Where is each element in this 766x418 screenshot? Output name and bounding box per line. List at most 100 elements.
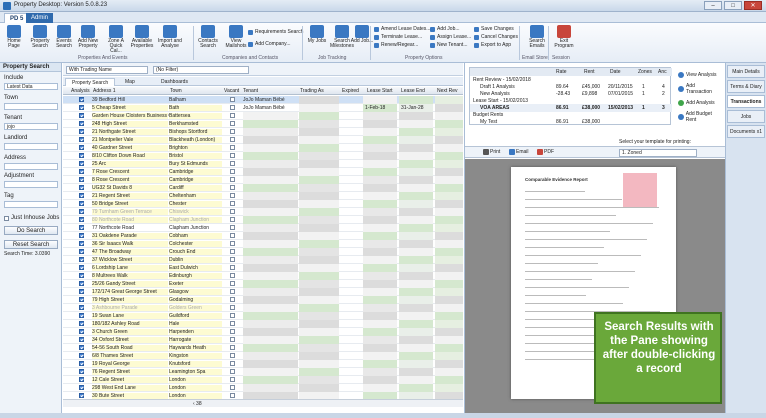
table-row[interactable]: 80 Northcote Road Clapham Junction <box>63 216 463 224</box>
vacant-checkbox[interactable] <box>230 249 235 254</box>
analysis-checkbox[interactable] <box>79 97 84 102</box>
table-row[interactable]: UG32 St Davids 8 Cardiff <box>63 184 463 192</box>
vacant-checkbox[interactable] <box>230 209 235 214</box>
table-row[interactable]: 36 Sir Isaacs Walk Colchester <box>63 240 463 248</box>
table-row[interactable]: 3 Ashbourne Parade Golders Green <box>63 304 463 312</box>
add-job-button[interactable]: Add Job... <box>430 26 460 32</box>
save-changes-button[interactable]: Save Changes <box>474 26 514 32</box>
template-select[interactable]: 1. Zoned <box>619 149 697 157</box>
table-row[interactable]: 79 High Street Godalming <box>63 296 463 304</box>
table-row[interactable]: 77 Northcote Road Clapham Junction <box>63 224 463 232</box>
search-emails-button[interactable]: Search Emails <box>525 25 549 49</box>
view-analysis-button[interactable]: View Analysis <box>677 69 723 80</box>
do-search-button[interactable]: Do Search <box>4 226 58 235</box>
email-button[interactable]: Email <box>509 149 529 155</box>
tenant-input[interactable]: jojo <box>4 123 58 130</box>
add-company-button[interactable]: Add Company... <box>248 41 290 47</box>
vacant-checkbox[interactable] <box>230 153 235 158</box>
analysis-checkbox[interactable] <box>79 353 84 358</box>
header-analysis[interactable]: Analysis <box>71 88 90 94</box>
table-row[interactable]: 172/174 Great George Street Glasgow <box>63 288 463 296</box>
home-page-button[interactable]: Home Page <box>2 25 26 49</box>
table-row[interactable]: 40 Gardner Street Brighton <box>63 144 463 152</box>
table-row[interactable]: 298 West End Lane London <box>63 384 463 392</box>
table-row[interactable]: 5 Cheap Street Bath JoJo Maman Bébé 1-Feb-1… <box>63 104 463 112</box>
analysis-checkbox[interactable] <box>79 233 84 238</box>
vacant-checkbox[interactable] <box>230 121 235 126</box>
table-row[interactable]: 76 Regent Street Leamington Spa <box>63 368 463 376</box>
my-jobs-button[interactable]: My Jobs <box>305 25 329 44</box>
table-row[interactable]: 39 Bedford Hill Balham JoJo Maman Bébé <box>63 96 463 104</box>
analysis-checkbox[interactable] <box>79 305 84 310</box>
analysis-checkbox[interactable] <box>79 217 84 222</box>
header-vacant[interactable]: Vacant <box>224 88 239 94</box>
header-expired[interactable]: Expired <box>342 88 359 94</box>
inhouse-checkbox[interactable]: Just Inhouse Jobs <box>4 215 59 221</box>
analysis-checkbox[interactable] <box>79 185 84 190</box>
vacant-checkbox[interactable] <box>230 361 235 366</box>
vacant-checkbox[interactable] <box>230 305 235 310</box>
tab-terms-diary[interactable]: Terms & Diary <box>727 80 765 93</box>
table-row[interactable]: 21 Northgate Street Bishops Stortford <box>63 128 463 136</box>
table-row[interactable]: 19 Royal George Knutsford <box>63 360 463 368</box>
vacant-checkbox[interactable] <box>230 385 235 390</box>
vacant-checkbox[interactable] <box>230 313 235 318</box>
landlord-input[interactable] <box>4 143 58 150</box>
header-tenant[interactable]: Tenant <box>243 88 258 94</box>
vacant-checkbox[interactable] <box>230 161 235 166</box>
analysis-checkbox[interactable] <box>79 201 84 206</box>
header-trading-as[interactable]: Trading As <box>300 88 324 94</box>
vacant-checkbox[interactable] <box>230 201 235 206</box>
filter-select[interactable]: (No Filter) <box>153 66 249 74</box>
vacant-checkbox[interactable] <box>230 241 235 246</box>
analysis-checkbox[interactable] <box>79 249 84 254</box>
analysis-checkbox[interactable] <box>79 137 84 142</box>
property-search-button[interactable]: Property Search <box>28 25 52 49</box>
vacant-checkbox[interactable] <box>230 137 235 142</box>
table-row[interactable]: 31 Oakdene Parade Cobham <box>63 232 463 240</box>
analysis-checkbox[interactable] <box>79 321 84 326</box>
view-mailshots-button[interactable]: View Mailshots <box>224 25 248 49</box>
table-row[interactable]: 6/8 Thames Street Kingston <box>63 352 463 360</box>
export-to-app-button[interactable]: Export to App <box>474 42 511 48</box>
table-row[interactable]: 47 The Broadway Crouch End <box>63 248 463 256</box>
header-lease-end[interactable]: Lease End <box>401 88 425 94</box>
assign-lease-button[interactable]: Assign Lease... <box>430 34 471 40</box>
vacant-checkbox[interactable] <box>230 337 235 342</box>
analysis-checkbox[interactable] <box>79 121 84 126</box>
tab-admin[interactable]: Admin <box>26 13 54 23</box>
address-input[interactable] <box>4 163 58 170</box>
analysis-checkbox[interactable] <box>79 153 84 158</box>
exit-program-button[interactable]: Exit Program <box>552 25 576 49</box>
trading-name-select[interactable]: With Trading Name <box>66 66 148 74</box>
vacant-checkbox[interactable] <box>230 377 235 382</box>
vacant-checkbox[interactable] <box>230 273 235 278</box>
table-row[interactable]: Garden House Cloisters Business C... Batt… <box>63 112 463 120</box>
terminate-lease-button[interactable]: Terminate Lease... <box>374 34 422 40</box>
table-row[interactable]: 21 Regent Street Cheltenham <box>63 192 463 200</box>
vacant-checkbox[interactable] <box>230 129 235 134</box>
analysis-checkbox[interactable] <box>79 369 84 374</box>
vacant-checkbox[interactable] <box>230 353 235 358</box>
table-row[interactable]: 54-56 South Road Haywards Heath <box>63 344 463 352</box>
vacant-checkbox[interactable] <box>230 145 235 150</box>
analysis-checkbox[interactable] <box>79 105 84 110</box>
tab-map[interactable]: Map <box>119 78 141 86</box>
analysis-checkbox[interactable] <box>79 337 84 342</box>
table-row[interactable]: 8/10 Clifton Down Road Bristol <box>63 152 463 160</box>
analysis-checkbox[interactable] <box>79 273 84 278</box>
tab-jobs[interactable]: Jobs <box>727 110 765 123</box>
analysis-checkbox[interactable] <box>79 241 84 246</box>
table-row[interactable]: 7 Rose Crescent Cambridge <box>63 168 463 176</box>
analysis-checkbox[interactable] <box>79 265 84 270</box>
vacant-checkbox[interactable] <box>230 97 235 102</box>
town-input[interactable] <box>4 103 58 110</box>
include-select[interactable]: Latest Data <box>4 83 58 90</box>
tag-input[interactable] <box>4 201 58 208</box>
vacant-checkbox[interactable] <box>230 265 235 270</box>
requirements-search-button[interactable]: Requirements Search <box>248 29 303 35</box>
events-search-button[interactable]: Events Search <box>52 25 76 49</box>
renew-regear-button[interactable]: Renew/Regear... <box>374 42 418 48</box>
table-row[interactable]: 34 Oxford Street Harrogate <box>63 336 463 344</box>
table-row[interactable]: 180/182 Ashley Road Hale <box>63 320 463 328</box>
